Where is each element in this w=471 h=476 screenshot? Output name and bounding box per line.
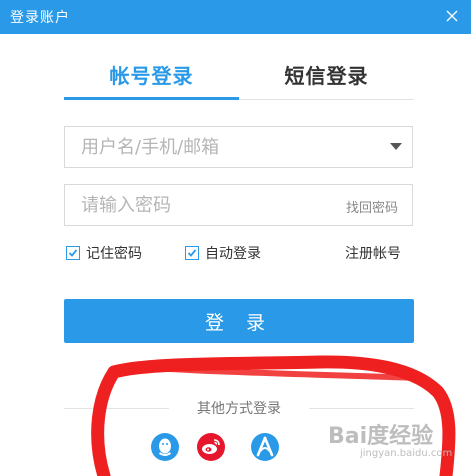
active-tab-indicator [64, 97, 239, 100]
close-button[interactable] [441, 5, 463, 27]
qq-icon[interactable] [150, 432, 180, 462]
tab-sms-login[interactable]: 短信登录 [239, 60, 414, 89]
password-field-box: 找回密码 [64, 184, 413, 226]
title-bar: 登录账户 [0, 0, 471, 34]
watermark-url: jingyan.baidu.com [360, 448, 453, 459]
watermark-brand: Bai度经验 [328, 424, 434, 449]
remember-password-checkbox[interactable] [66, 246, 80, 260]
login-tabs: 帐号登录 短信登录 [64, 52, 414, 100]
close-icon [446, 10, 458, 22]
window-title: 登录账户 [10, 10, 70, 26]
baidu-icon[interactable] [250, 432, 280, 462]
remember-password-option[interactable]: 记住密码 [66, 243, 142, 263]
login-button[interactable]: 登 录 [64, 299, 414, 343]
other-login-section: 其他方式登录 [64, 398, 414, 418]
forgot-password-link[interactable]: 找回密码 [346, 197, 398, 216]
chevron-down-icon[interactable] [390, 143, 402, 150]
remember-password-label: 记住密码 [86, 246, 142, 262]
baidu-jingyan-watermark: Bai度经验 jingyan.baidu.com [328, 418, 468, 474]
username-field-box [64, 126, 413, 168]
auto-login-option[interactable]: 自动登录 [185, 243, 261, 263]
tab-account-login[interactable]: 帐号登录 [64, 60, 239, 89]
weibo-icon[interactable] [196, 432, 226, 462]
auto-login-checkbox[interactable] [185, 246, 199, 260]
check-icon [187, 249, 197, 257]
username-input[interactable] [65, 127, 412, 167]
other-login-label: 其他方式登录 [197, 401, 281, 417]
check-icon [68, 249, 78, 257]
auto-login-label: 自动登录 [205, 246, 261, 262]
register-account-link[interactable]: 注册帐号 [345, 243, 401, 263]
